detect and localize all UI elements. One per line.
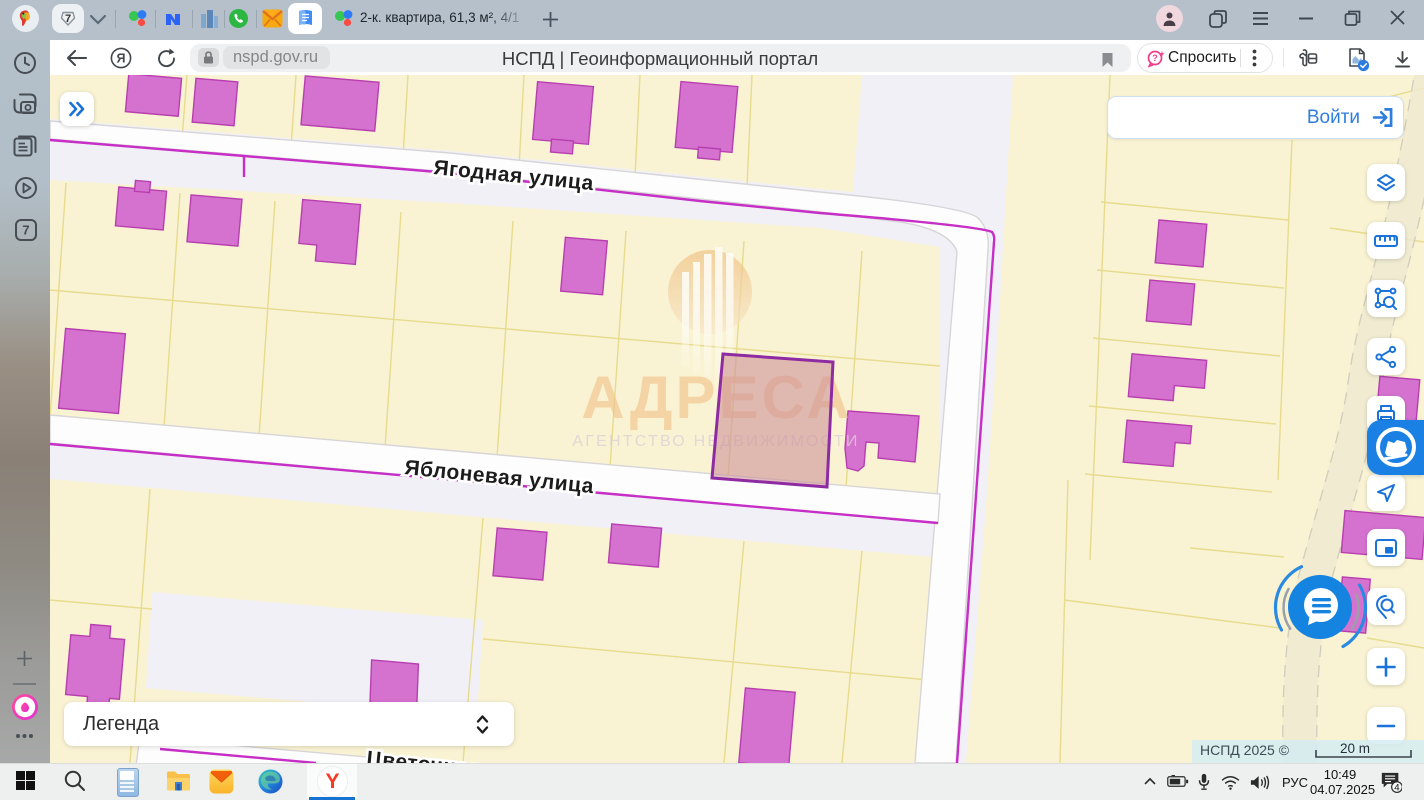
svg-text:7: 7 [65,13,71,25]
svg-text:?: ? [1152,53,1158,63]
svg-text:Я: Я [117,51,126,65]
svg-text:7: 7 [22,223,29,238]
svg-text:4: 4 [1394,783,1400,794]
